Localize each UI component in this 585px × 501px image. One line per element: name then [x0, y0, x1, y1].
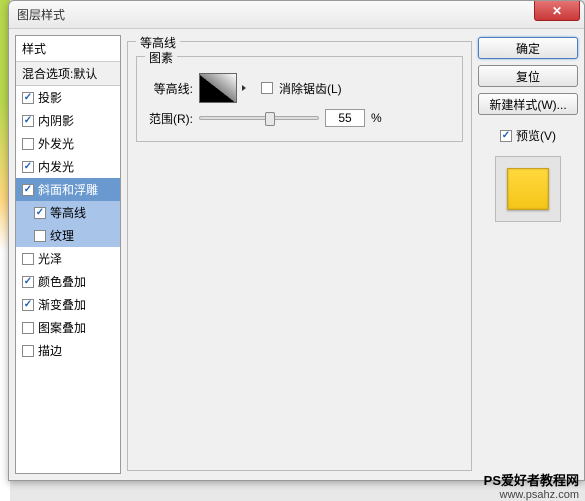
sidebar-item-label: 等高线 [50, 204, 86, 221]
sidebar-item-drop-shadow[interactable]: 投影 [16, 86, 120, 109]
sidebar-item-label: 图案叠加 [38, 319, 86, 336]
sidebar-item-label: 渐变叠加 [38, 296, 86, 313]
sidebar-item-label: 光泽 [38, 250, 62, 267]
sidebar-item-label: 纹理 [50, 227, 74, 244]
contour-picker[interactable] [199, 73, 237, 103]
checkbox-icon[interactable] [22, 115, 34, 127]
checkbox-icon[interactable] [22, 92, 34, 104]
elements-group: 图素 等高线: 消除锯齿(L) 范围(R): % [136, 56, 463, 142]
new-style-button[interactable]: 新建样式(W)... [478, 93, 578, 115]
sidebar-item-label: 描边 [38, 342, 62, 359]
preview-box [495, 156, 561, 222]
checkbox-icon[interactable] [34, 230, 46, 242]
sidebar-item-contour[interactable]: 等高线 [16, 201, 120, 224]
sidebar-item-label: 内阴影 [38, 112, 74, 129]
sidebar-item-label: 投影 [38, 89, 62, 106]
checkbox-icon[interactable] [22, 276, 34, 288]
range-label: 范围(R): [145, 110, 193, 127]
preview-toggle[interactable]: 预览(V) [478, 127, 578, 144]
sidebar-item-bevel-emboss[interactable]: 斜面和浮雕 [16, 178, 120, 201]
sidebar-item-stroke[interactable]: 描边 [16, 339, 120, 362]
blend-options-label: 混合选项:默认 [22, 65, 97, 82]
sidebar-item-label: 斜面和浮雕 [38, 181, 98, 198]
ok-button[interactable]: 确定 [478, 37, 578, 59]
sidebar-item-inner-glow[interactable]: 内发光 [16, 155, 120, 178]
styles-sidebar: 样式 混合选项:默认 投影 内阴影 外发光 内发光 斜面和 [15, 35, 121, 474]
checkbox-icon[interactable] [22, 138, 34, 150]
sidebar-item-label: 外发光 [38, 135, 74, 152]
range-row: 范围(R): % [145, 109, 454, 127]
antialias-checkbox[interactable] [261, 82, 273, 94]
range-input[interactable] [325, 109, 365, 127]
checkbox-icon[interactable] [22, 161, 34, 173]
range-unit: % [371, 111, 382, 125]
preview-checkbox-icon[interactable] [500, 130, 512, 142]
sidebar-item-pattern-overlay[interactable]: 图案叠加 [16, 316, 120, 339]
checkbox-icon[interactable] [34, 207, 46, 219]
sidebar-item-label: 颜色叠加 [38, 273, 86, 290]
checkbox-icon[interactable] [22, 345, 34, 357]
contour-row: 等高线: 消除锯齿(L) [145, 73, 454, 103]
checkbox-icon[interactable] [22, 322, 34, 334]
sidebar-header: 样式 [16, 36, 120, 62]
range-slider[interactable] [199, 116, 319, 120]
sidebar-item-satin[interactable]: 光泽 [16, 247, 120, 270]
contour-label: 等高线: [145, 80, 193, 97]
inner-group-title: 图素 [145, 49, 177, 66]
checkbox-icon[interactable] [22, 299, 34, 311]
sidebar-item-inner-shadow[interactable]: 内阴影 [16, 109, 120, 132]
watermark: PS爱好者教程网 www.psahz.com [484, 470, 579, 501]
reset-button[interactable]: 复位 [478, 65, 578, 87]
preview-swatch [507, 168, 549, 210]
watermark-title: PS爱好者教程网 [484, 470, 579, 489]
main-panel: 等高线 图素 等高线: 消除锯齿(L) 范围(R): [127, 35, 472, 474]
watermark-url: www.psahz.com [484, 489, 579, 501]
antialias-label: 消除锯齿(L) [279, 80, 342, 97]
checkbox-icon[interactable] [22, 253, 34, 265]
right-panel: 确定 复位 新建样式(W)... 预览(V) [478, 35, 578, 474]
preview-label: 预览(V) [516, 127, 556, 144]
blend-options-row[interactable]: 混合选项:默认 [16, 62, 120, 86]
window-title: 图层样式 [17, 6, 65, 23]
layer-style-dialog: 图层样式 ✕ 样式 混合选项:默认 投影 内阴影 外发光 [8, 0, 585, 481]
sidebar-item-outer-glow[interactable]: 外发光 [16, 132, 120, 155]
sidebar-item-label: 内发光 [38, 158, 74, 175]
dialog-content: 样式 混合选项:默认 投影 内阴影 外发光 内发光 斜面和 [9, 29, 584, 480]
sidebar-item-texture[interactable]: 纹理 [16, 224, 120, 247]
close-button[interactable]: ✕ [534, 1, 580, 21]
sidebar-item-color-overlay[interactable]: 颜色叠加 [16, 270, 120, 293]
checkbox-icon[interactable] [22, 184, 34, 196]
close-icon: ✕ [552, 4, 562, 18]
titlebar: 图层样式 ✕ [9, 1, 584, 29]
sidebar-item-gradient-overlay[interactable]: 渐变叠加 [16, 293, 120, 316]
slider-handle-icon[interactable] [265, 112, 275, 126]
contour-group: 等高线 图素 等高线: 消除锯齿(L) 范围(R): [127, 41, 472, 471]
